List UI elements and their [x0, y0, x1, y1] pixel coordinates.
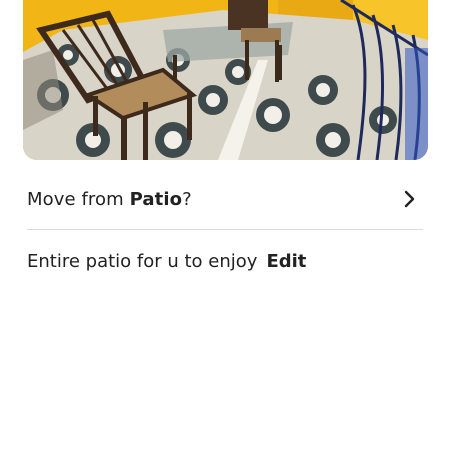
caption-row: Entire patio for u to enjoy Edit — [27, 246, 306, 276]
divider — [27, 229, 423, 230]
move-from-room-label: Move from Patio? — [27, 189, 192, 210]
photo-caption: Entire patio for u to enjoy — [27, 250, 258, 272]
room-name: Patio — [129, 188, 183, 210]
move-suffix: ? — [182, 188, 192, 210]
chevron-right-icon[interactable] — [401, 188, 419, 210]
photo-detail-screen: Move from Patio? Entire patio for u to e… — [0, 0, 450, 450]
move-prefix: Move from — [27, 188, 130, 210]
edit-caption-button[interactable]: Edit — [266, 251, 306, 272]
move-from-room-row[interactable]: Move from Patio? — [27, 182, 423, 216]
patio-photo[interactable] — [23, 0, 428, 160]
